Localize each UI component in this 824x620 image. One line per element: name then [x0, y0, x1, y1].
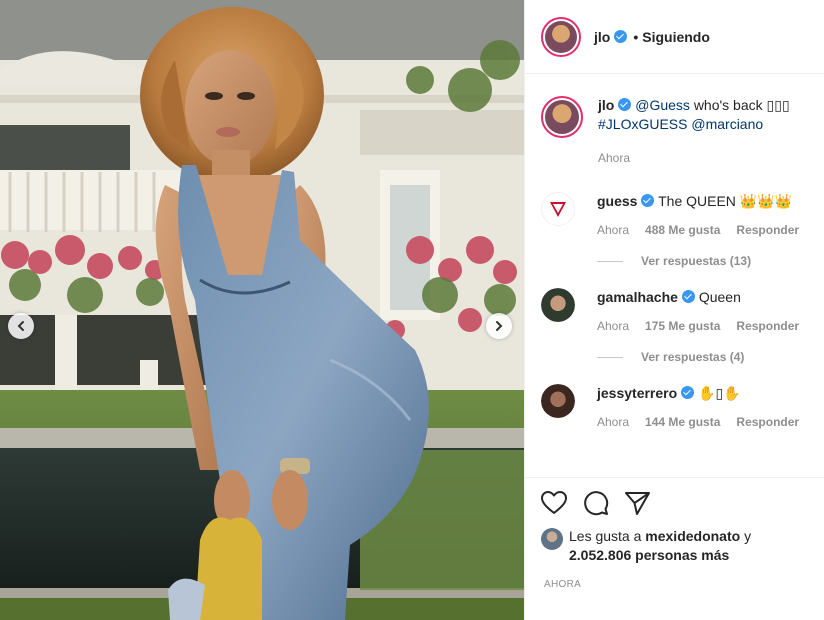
post-timestamp[interactable]: AHORA: [525, 565, 824, 590]
chevron-left-icon: [17, 321, 24, 331]
commenter-username[interactable]: gamalhache: [597, 289, 678, 305]
comment-likes[interactable]: 488 Me gusta: [645, 221, 720, 240]
caption-time[interactable]: Ahora: [598, 149, 630, 168]
reply-button[interactable]: Responder: [736, 221, 799, 240]
heart-icon[interactable]: [541, 490, 567, 515]
commenter-avatar[interactable]: [541, 288, 575, 322]
comment-item: guess The QUEEN 👑👑👑 Ahora 488 Me gusta R…: [541, 192, 824, 240]
post-photo[interactable]: [0, 0, 524, 620]
verified-badge-icon: [614, 30, 628, 43]
commenter-username[interactable]: jessyterrero: [597, 385, 677, 401]
view-replies-button[interactable]: Ver respuestas (13): [597, 254, 824, 268]
commenter-avatar[interactable]: [541, 192, 575, 226]
following-button[interactable]: Siguiendo: [642, 29, 710, 45]
post-header: jlo • Siguiendo: [525, 0, 824, 74]
view-replies-label: Ver respuestas (13): [641, 254, 752, 268]
commenter-avatar[interactable]: [541, 384, 575, 418]
author-avatar[interactable]: [541, 16, 581, 57]
comment-item: jessyterrero ✋▯✋ Ahora 144 Me gusta Resp…: [541, 384, 824, 432]
caption: jlo @Guess who's back ▯▯▯ #JLOxGUESS @ma…: [541, 96, 824, 168]
post-side-panel: jlo • Siguiendo jlo @Guess who's back ▯▯…: [524, 0, 824, 620]
comment-text: Queen: [698, 289, 741, 305]
comment-item: gamalhache Queen Ahora 175 Me gusta Resp…: [541, 288, 824, 336]
post-dialog: jlo • Siguiendo jlo @Guess who's back ▯▯…: [0, 0, 824, 620]
verified-badge-icon: [618, 98, 632, 111]
comment-time[interactable]: Ahora: [597, 317, 629, 336]
verified-badge-icon: [681, 386, 695, 399]
caption-username[interactable]: jlo: [598, 97, 614, 113]
likes-prefix: Les gusta a: [569, 528, 642, 544]
header-separator: •: [633, 28, 639, 45]
guess-logo-icon: [550, 202, 566, 217]
likes-summary: Les gusta a mexidedonato y 2.052.806 per…: [525, 527, 824, 565]
comment-time[interactable]: Ahora: [597, 221, 629, 240]
replies-divider: [597, 356, 623, 358]
chevron-right-icon: [496, 321, 503, 331]
comment-icon[interactable]: [583, 490, 609, 516]
comments-list[interactable]: jlo @Guess who's back ▯▯▯ #JLOxGUESS @ma…: [525, 74, 824, 477]
caption-text: who's back: [693, 97, 763, 113]
author-username[interactable]: jlo: [594, 29, 610, 45]
comment-time[interactable]: Ahora: [597, 413, 629, 432]
action-bar: [525, 477, 824, 527]
verified-badge-icon: [681, 290, 695, 303]
liker-username[interactable]: mexidedonato: [645, 528, 740, 544]
comment-emoji: ✋▯✋: [698, 385, 741, 401]
likes-count[interactable]: 2.052.806 personas más: [569, 547, 729, 563]
mention-guess-link[interactable]: @Guess: [635, 97, 690, 113]
comment-likes[interactable]: 175 Me gusta: [645, 317, 720, 336]
photo-scene: [0, 0, 524, 620]
liker-avatar[interactable]: [541, 528, 563, 550]
view-replies-label: Ver respuestas (4): [641, 350, 745, 364]
comment-likes[interactable]: 144 Me gusta: [645, 413, 720, 432]
comment-emoji: 👑👑👑: [739, 193, 793, 209]
reply-button[interactable]: Responder: [736, 317, 799, 336]
next-photo-button[interactable]: [486, 313, 512, 339]
likes-conj: y: [744, 528, 752, 544]
verified-badge-icon: [641, 194, 655, 207]
replies-divider: [597, 260, 623, 262]
view-replies-button[interactable]: Ver respuestas (4): [597, 350, 824, 364]
hashtag-link[interactable]: #JLOxGUESS: [598, 116, 687, 132]
previous-photo-button[interactable]: [8, 313, 34, 339]
share-icon[interactable]: [625, 491, 651, 515]
commenter-username[interactable]: guess: [597, 193, 637, 209]
mention-marciano-link[interactable]: @marciano: [691, 116, 763, 132]
comment-text: The QUEEN: [658, 193, 736, 209]
reply-button[interactable]: Responder: [736, 413, 799, 432]
caption-avatar[interactable]: [541, 96, 583, 138]
caption-emoji: ▯▯▯: [766, 97, 790, 113]
